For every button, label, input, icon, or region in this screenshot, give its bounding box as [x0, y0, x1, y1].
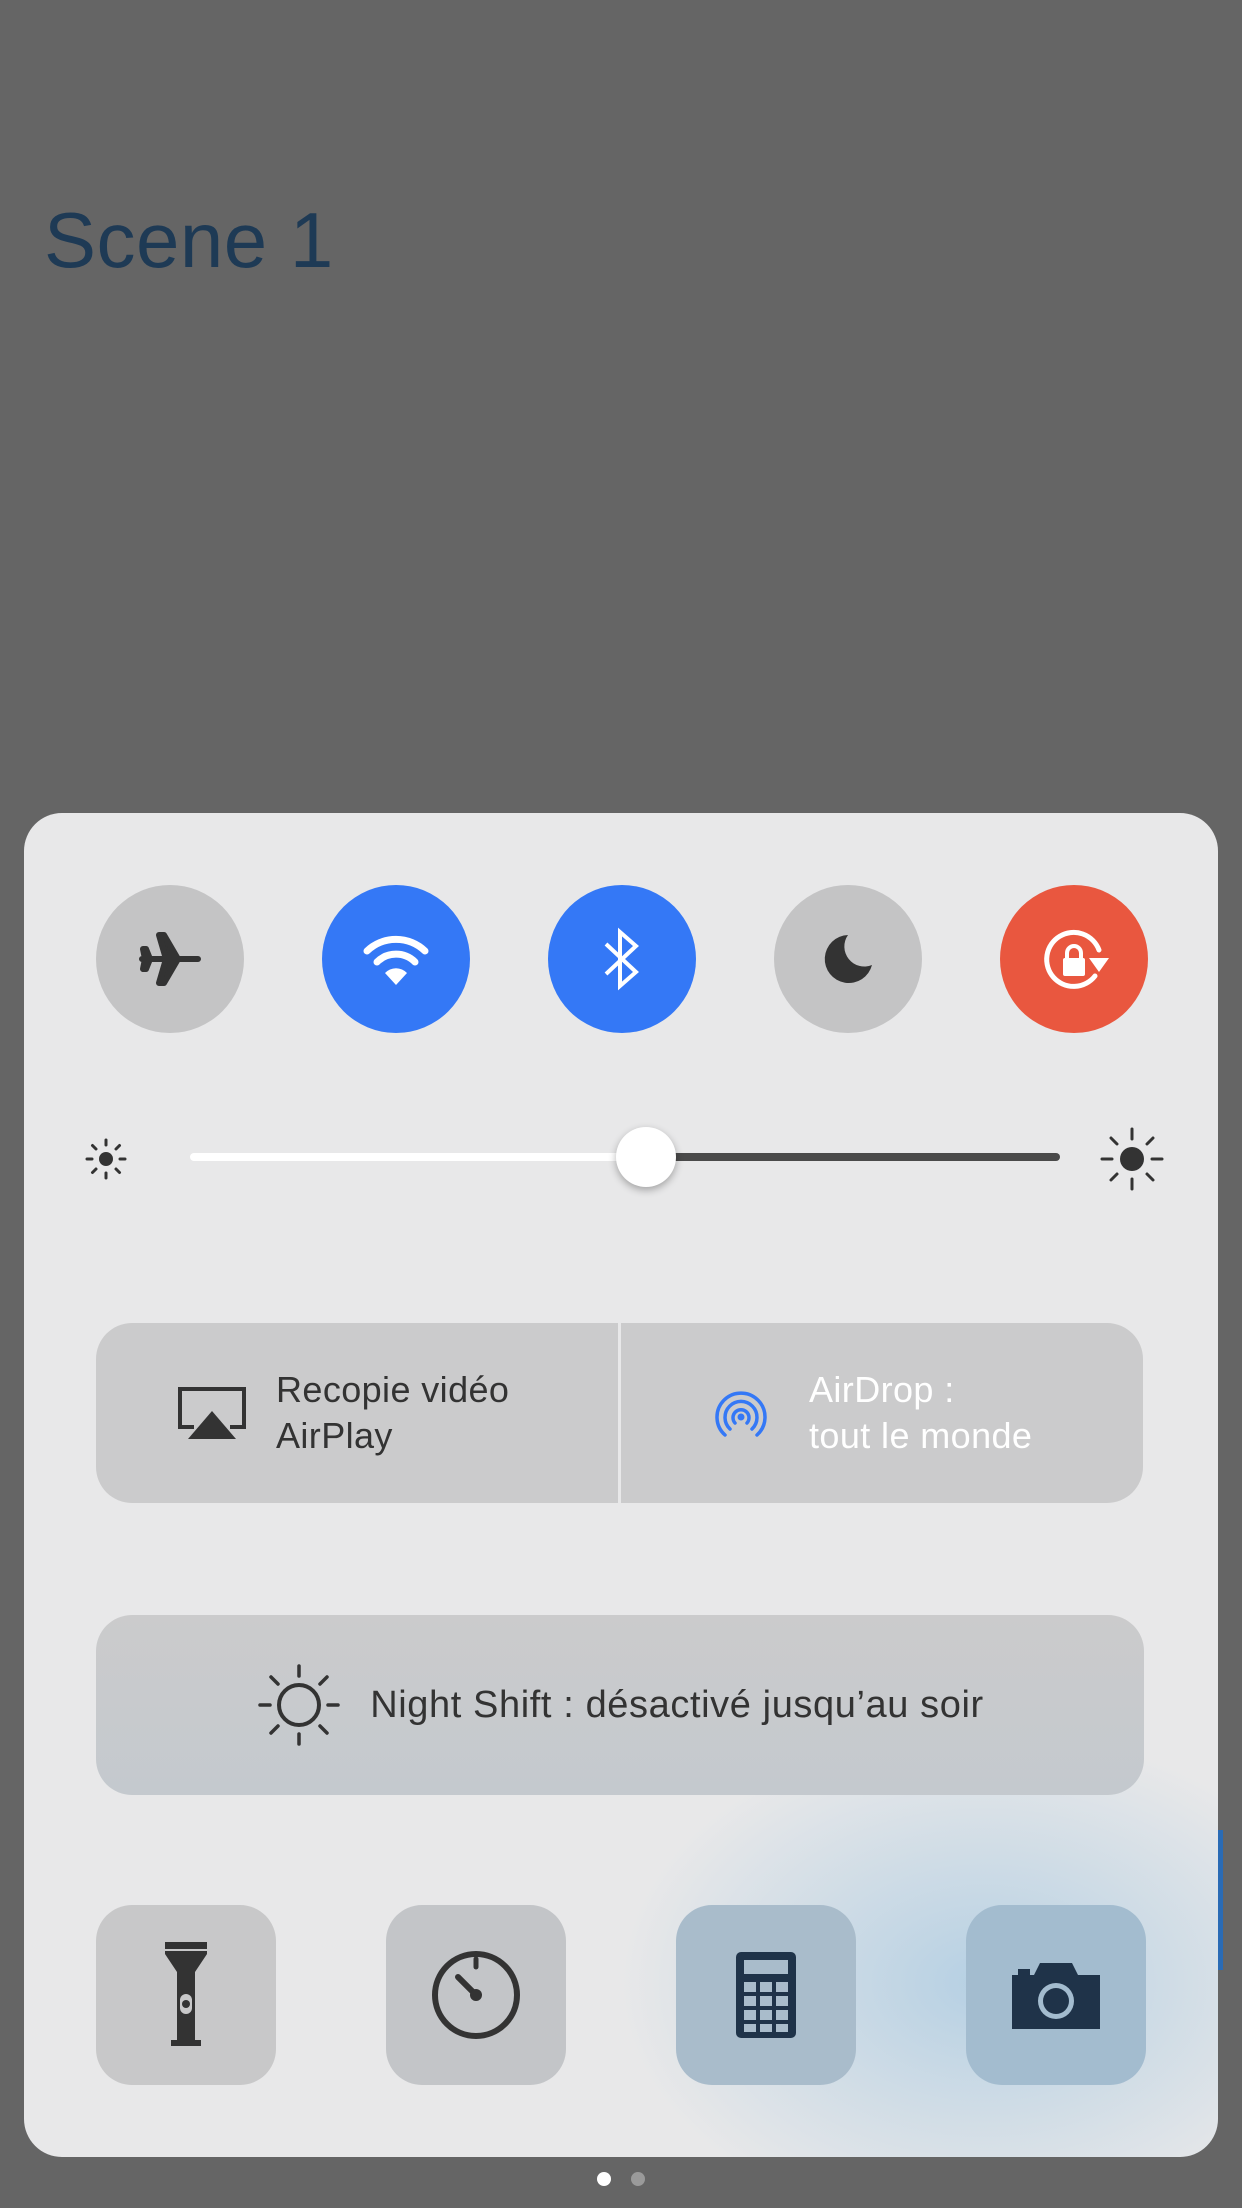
bluetooth-toggle[interactable]	[548, 885, 696, 1033]
brightness-low-icon	[85, 1138, 127, 1180]
airplay-mirroring-button[interactable]: Recopie vidéo AirPlay	[96, 1323, 618, 1503]
timer-button[interactable]	[386, 1905, 566, 2085]
wifi-toggle[interactable]	[322, 885, 470, 1033]
camera-icon	[1012, 1963, 1100, 2029]
flashlight-icon	[165, 1942, 207, 2046]
airplane-icon	[139, 932, 201, 986]
brightness-slider[interactable]	[84, 1123, 1164, 1193]
control-center-panel: Recopie vidéo AirPlay AirDrop : tout le …	[24, 813, 1218, 2157]
camera-button[interactable]	[966, 1905, 1146, 2085]
background-edge-mark	[1218, 1830, 1223, 1970]
do-not-disturb-toggle[interactable]	[774, 885, 922, 1033]
airplane-mode-toggle[interactable]	[96, 885, 244, 1033]
airplay-label-line1: Recopie vidéo	[276, 1369, 510, 1410]
page-indicator[interactable]	[0, 2172, 1242, 2192]
calculator-button[interactable]	[676, 1905, 856, 2085]
brightness-high-icon	[1100, 1127, 1164, 1191]
night-shift-icon	[258, 1664, 340, 1746]
rotation-lock-icon	[1044, 929, 1109, 989]
timer-icon	[432, 1951, 520, 2039]
airdrop-label-line1: AirDrop :	[809, 1369, 955, 1410]
calculator-icon	[736, 1952, 796, 2038]
night-shift-label: Night Shift : désactivé jusqu’au soir	[370, 1683, 984, 1726]
bluetooth-icon	[604, 927, 639, 991]
airdrop-icon	[715, 1391, 767, 1437]
moon-icon	[824, 935, 872, 983]
page-dot-current[interactable]	[597, 2172, 611, 2186]
brightness-track-filled	[190, 1153, 646, 1161]
page-title: Scene 1	[44, 196, 334, 284]
airplay-label-line2: AirPlay	[276, 1415, 393, 1456]
airdrop-button[interactable]: AirDrop : tout le monde	[621, 1323, 1143, 1503]
brightness-track-empty	[646, 1153, 1060, 1161]
rotation-lock-toggle[interactable]	[1000, 885, 1148, 1033]
night-shift-button[interactable]: Night Shift : désactivé jusqu’au soir	[96, 1615, 1144, 1795]
page-dot[interactable]	[631, 2172, 645, 2186]
airplay-icon	[178, 1387, 246, 1439]
flashlight-button[interactable]	[96, 1905, 276, 2085]
wifi-icon	[363, 935, 429, 985]
brightness-thumb[interactable]	[616, 1127, 676, 1187]
airdrop-label-line2: tout le monde	[809, 1415, 1033, 1456]
